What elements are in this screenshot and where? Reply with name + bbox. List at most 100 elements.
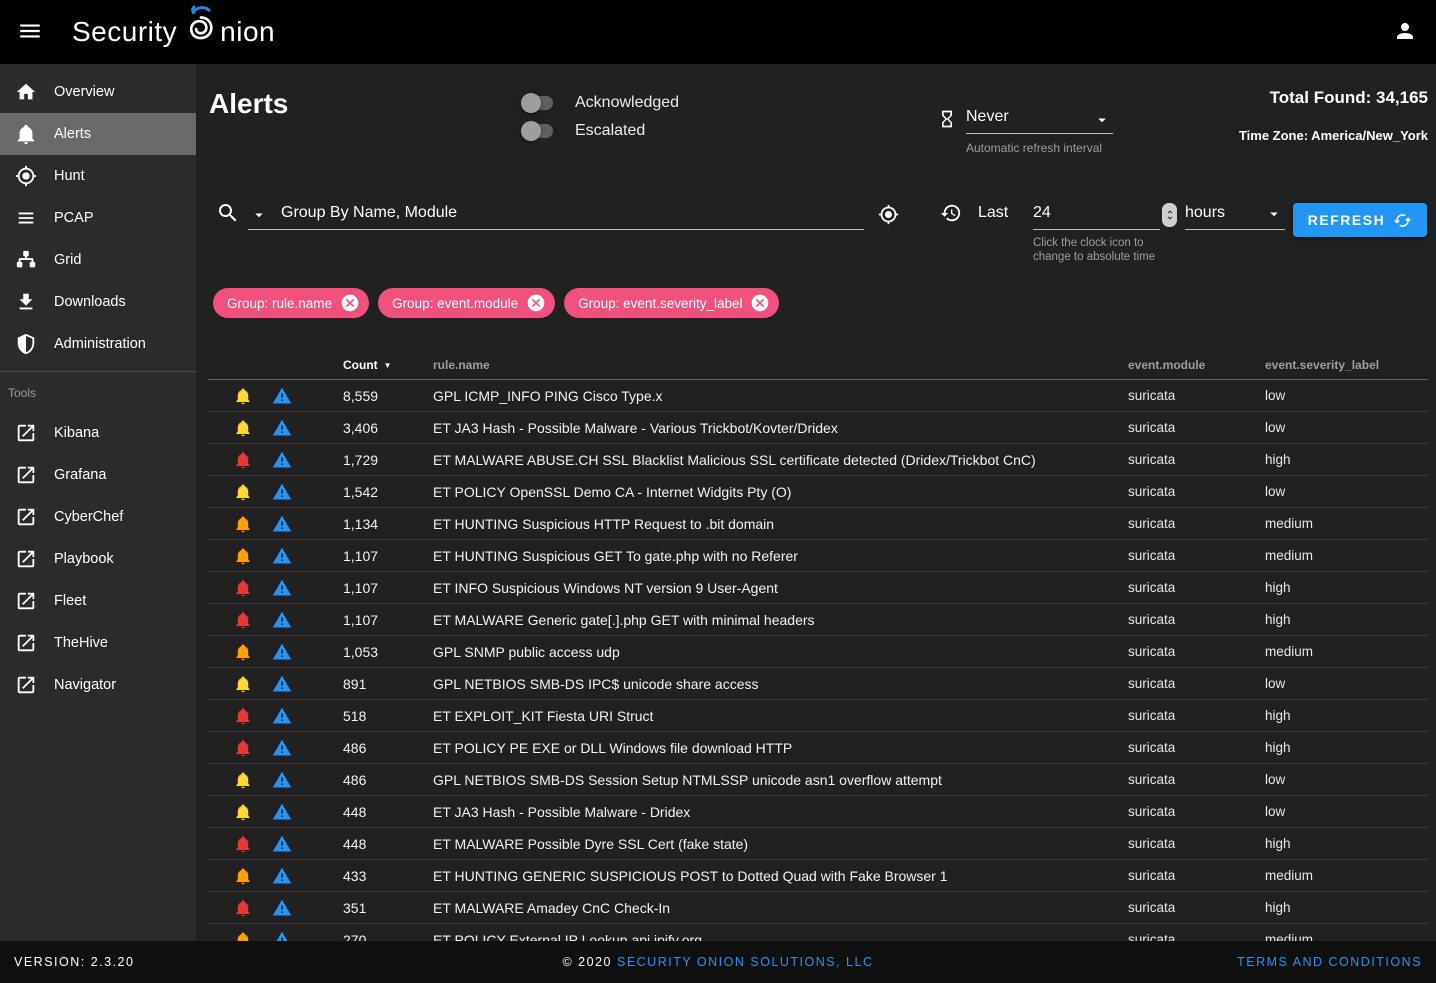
- acknowledged-toggle[interactable]: [521, 93, 555, 113]
- table-row[interactable]: 486GPL NETBIOS SMB-DS Session Setup NTML…: [208, 764, 1428, 796]
- info-triangle-icon[interactable]: [272, 578, 292, 598]
- absolute-time-hint: Click the clock icon to change to absolu…: [1033, 236, 1155, 264]
- tool-item-playbook[interactable]: Playbook: [0, 538, 196, 580]
- filter-chip[interactable]: Group: event.severity_label: [564, 288, 779, 318]
- sidebar-item-overview[interactable]: Overview: [0, 71, 196, 113]
- severity-cell: high: [1265, 612, 1428, 627]
- sidebar-item-administration[interactable]: Administration: [0, 323, 196, 365]
- info-triangle-icon[interactable]: [272, 706, 292, 726]
- info-triangle-icon[interactable]: [272, 482, 292, 502]
- table-row[interactable]: 1,107ET INFO Suspicious Windows NT versi…: [208, 572, 1428, 604]
- info-triangle-icon[interactable]: [272, 450, 292, 470]
- sidebar-item-hunt[interactable]: Hunt: [0, 155, 196, 197]
- table-row[interactable]: 270ET POLICY External IP Lookup api.ipif…: [208, 924, 1428, 941]
- severity-bell-icon[interactable]: [234, 643, 252, 661]
- tool-item-cyberchef[interactable]: CyberChef: [0, 496, 196, 538]
- severity-bell-icon[interactable]: [234, 611, 252, 629]
- info-triangle-icon[interactable]: [272, 738, 292, 758]
- info-triangle-icon[interactable]: [272, 546, 292, 566]
- info-triangle-icon[interactable]: [272, 610, 292, 630]
- table-row[interactable]: 448ET JA3 Hash - Possible Malware - Drid…: [208, 796, 1428, 828]
- table-row[interactable]: 1,107ET MALWARE Generic gate[.].php GET …: [208, 604, 1428, 636]
- sidebar-item-downloads[interactable]: Downloads: [0, 281, 196, 323]
- severity-bell-icon[interactable]: [234, 675, 252, 693]
- sidebar-item-grid[interactable]: Grid: [0, 239, 196, 281]
- severity-bell-icon[interactable]: [234, 547, 252, 565]
- table-row[interactable]: 891GPL NETBIOS SMB-DS IPC$ unicode share…: [208, 668, 1428, 700]
- severity-bell-icon[interactable]: [234, 707, 252, 725]
- severity-bell-icon[interactable]: [234, 803, 252, 821]
- user-account-icon[interactable]: [1390, 17, 1420, 47]
- info-triangle-icon[interactable]: [272, 514, 292, 534]
- filter-chip[interactable]: Group: rule.name: [213, 288, 369, 318]
- company-link[interactable]: SECURITY ONION SOLUTIONS, LLC: [617, 955, 874, 969]
- table-row[interactable]: 8,559GPL ICMP_INFO PING Cisco Type.xsuri…: [208, 380, 1428, 412]
- info-triangle-icon[interactable]: [272, 770, 292, 790]
- sidebar-item-label: Downloads: [54, 294, 126, 310]
- search-icon[interactable]: [216, 201, 240, 225]
- column-header-count[interactable]: Count▼: [302, 358, 433, 372]
- table-row[interactable]: 448ET MALWARE Possible Dyre SSL Cert (fa…: [208, 828, 1428, 860]
- table-row[interactable]: 1,729ET MALWARE ABUSE.CH SSL Blacklist M…: [208, 444, 1428, 476]
- info-triangle-icon[interactable]: [272, 834, 292, 854]
- module-cell: suricata: [1128, 836, 1265, 851]
- severity-bell-icon[interactable]: [234, 835, 252, 853]
- severity-bell-icon[interactable]: [234, 867, 252, 885]
- close-circle-icon[interactable]: [750, 293, 770, 313]
- refresh-interval-select[interactable]: Never: [966, 108, 1113, 134]
- info-triangle-icon[interactable]: [272, 866, 292, 886]
- severity-bell-icon[interactable]: [234, 771, 252, 789]
- refresh-button[interactable]: REFRESH: [1293, 203, 1427, 237]
- tool-item-kibana[interactable]: Kibana: [0, 412, 196, 454]
- table-row[interactable]: 1,134ET HUNTING Suspicious HTTP Request …: [208, 508, 1428, 540]
- table-row[interactable]: 1,542ET POLICY OpenSSL Demo CA - Interne…: [208, 476, 1428, 508]
- info-triangle-icon[interactable]: [272, 642, 292, 662]
- severity-bell-icon[interactable]: [234, 515, 252, 533]
- unit-select[interactable]: hours: [1185, 197, 1285, 230]
- severity-bell-icon[interactable]: [234, 899, 252, 917]
- info-triangle-icon[interactable]: [272, 418, 292, 438]
- sidebar-item-pcap[interactable]: PCAP: [0, 197, 196, 239]
- filter-chip[interactable]: Group: event.module: [378, 288, 555, 318]
- table-row[interactable]: 433ET HUNTING GENERIC SUSPICIOUS POST to…: [208, 860, 1428, 892]
- table-row[interactable]: 1,053GPL SNMP public access udpsuricatam…: [208, 636, 1428, 668]
- tool-item-fleet[interactable]: Fleet: [0, 580, 196, 622]
- tool-item-navigator[interactable]: Navigator: [0, 664, 196, 706]
- tool-item-grafana[interactable]: Grafana: [0, 454, 196, 496]
- table-row[interactable]: 3,406ET JA3 Hash - Possible Malware - Va…: [208, 412, 1428, 444]
- column-header-rule-name[interactable]: rule.name: [433, 358, 1128, 372]
- stepper-icon[interactable]: [1162, 203, 1177, 227]
- info-triangle-icon[interactable]: [272, 674, 292, 694]
- info-triangle-icon[interactable]: [272, 898, 292, 918]
- search-field[interactable]: Group By Name, Module: [248, 197, 864, 230]
- duration-input[interactable]: 24: [1033, 197, 1160, 230]
- close-circle-icon[interactable]: [526, 293, 546, 313]
- crosshairs-gps-icon[interactable]: [878, 204, 899, 225]
- severity-bell-icon[interactable]: [234, 419, 252, 437]
- menu-icon[interactable]: [14, 16, 46, 48]
- search-dropdown-chevron-icon[interactable]: [250, 206, 268, 224]
- table-row[interactable]: 486ET POLICY PE EXE or DLL Windows file …: [208, 732, 1428, 764]
- severity-bell-icon[interactable]: [234, 387, 252, 405]
- search-input[interactable]: Group By Name, Module: [281, 204, 457, 222]
- severity-bell-icon[interactable]: [234, 739, 252, 757]
- table-row[interactable]: 518ET EXPLOIT_KIT Fiesta URI Structsuric…: [208, 700, 1428, 732]
- tool-item-thehive[interactable]: TheHive: [0, 622, 196, 664]
- severity-bell-icon[interactable]: [234, 931, 252, 942]
- severity-bell-icon[interactable]: [234, 451, 252, 469]
- table-row[interactable]: 1,107ET HUNTING Suspicious GET To gate.p…: [208, 540, 1428, 572]
- escalated-toggle[interactable]: [521, 121, 555, 141]
- clock-history-icon[interactable]: [940, 202, 962, 224]
- info-triangle-icon[interactable]: [272, 802, 292, 822]
- table-row[interactable]: 351ET MALWARE Amadey CnC Check-Insuricat…: [208, 892, 1428, 924]
- info-triangle-icon[interactable]: [272, 930, 292, 942]
- sidebar-item-alerts[interactable]: Alerts: [0, 113, 196, 155]
- severity-bell-icon[interactable]: [234, 483, 252, 501]
- column-header-severity[interactable]: event.severity_label: [1265, 358, 1428, 372]
- info-triangle-icon[interactable]: [272, 386, 292, 406]
- close-circle-icon[interactable]: [340, 293, 360, 313]
- rule-name-cell: GPL SNMP public access udp: [433, 644, 1128, 660]
- column-header-module[interactable]: event.module: [1128, 358, 1265, 372]
- severity-bell-icon[interactable]: [234, 579, 252, 597]
- terms-link[interactable]: TERMS AND CONDITIONS: [1237, 955, 1422, 969]
